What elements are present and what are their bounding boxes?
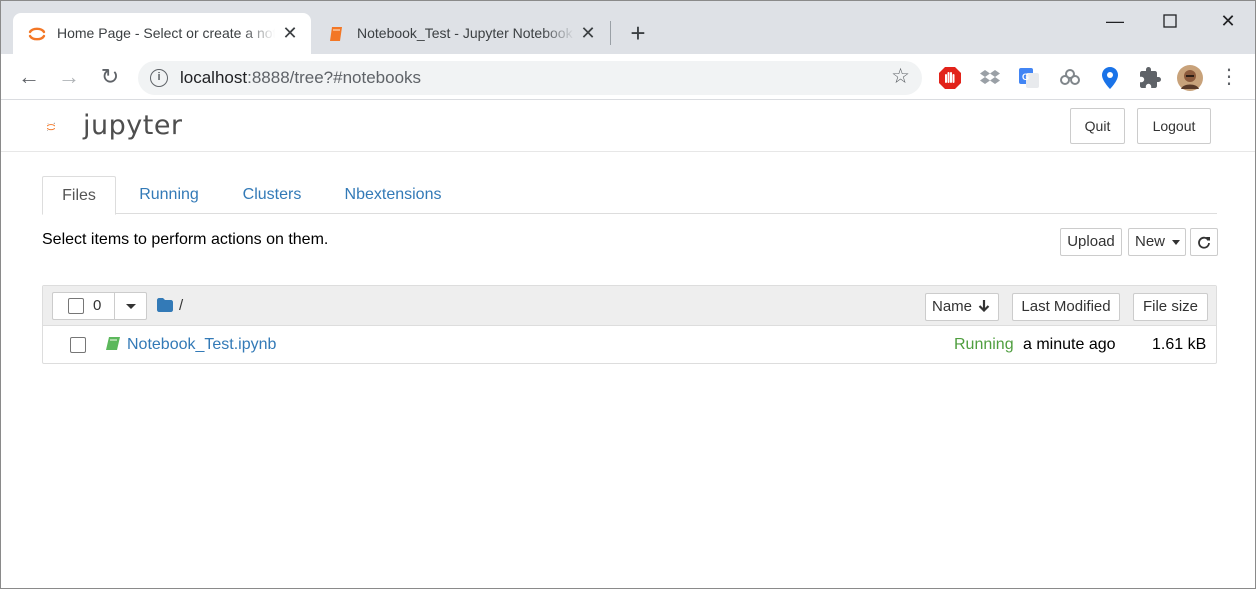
select-all-checkbox[interactable] xyxy=(68,298,84,314)
minimize-button[interactable]: — xyxy=(1103,9,1127,33)
running-status: Running xyxy=(954,336,1014,353)
notebook-icon xyxy=(106,337,120,350)
jupyter-header: jupyter Quit Logout xyxy=(1,100,1255,152)
upload-button[interactable]: Upload xyxy=(1060,228,1122,256)
list-item[interactable]: Notebook_Test.ipynb Running a minute ago… xyxy=(43,327,1216,364)
notebook-list: 0 / Name Last Modified File size Noteboo… xyxy=(42,285,1217,364)
close-icon[interactable]: ✕ xyxy=(281,24,299,42)
item-checkbox[interactable] xyxy=(70,337,86,353)
notebook-favicon-icon xyxy=(330,27,342,41)
bookmark-star-icon[interactable]: ☆ xyxy=(891,66,910,88)
url-text[interactable]: localhost:8888/tree?#notebooks xyxy=(180,69,421,87)
new-dropdown-button[interactable]: New xyxy=(1128,228,1186,256)
instruction-text: Select items to perform actions on them. xyxy=(42,231,329,248)
tab-nbextensions[interactable]: Nbextensions xyxy=(332,176,454,214)
svg-text:G: G xyxy=(1022,72,1029,82)
address-bar[interactable]: i localhost:8888/tree?#notebooks ☆ xyxy=(138,61,922,95)
tab-running[interactable]: Running xyxy=(125,176,213,214)
tab-strip: Home Page - Select or create a notebook … xyxy=(1,1,1255,54)
browser-toolbar: ← → ↻ i localhost:8888/tree?#notebooks ☆… xyxy=(1,54,1255,100)
select-dropdown-icon[interactable] xyxy=(126,304,136,309)
maximize-icon xyxy=(1163,14,1177,28)
link-extension-icon[interactable] xyxy=(1058,66,1082,90)
arrow-down-icon xyxy=(978,300,990,313)
sort-by-size-button[interactable]: File size xyxy=(1133,293,1208,321)
tab-home-page[interactable]: Home Page - Select or create a notebook … xyxy=(13,13,311,54)
sort-by-modified-button[interactable]: Last Modified xyxy=(1012,293,1120,321)
tab-separator xyxy=(610,21,611,45)
folder-icon[interactable] xyxy=(157,298,173,312)
caret-down-icon xyxy=(1172,239,1181,245)
select-all-control[interactable]: 0 xyxy=(53,293,115,319)
quit-button[interactable]: Quit xyxy=(1070,108,1125,144)
tab-title: Notebook_Test - Jupyter Notebook xyxy=(357,25,573,41)
close-icon[interactable]: ✕ xyxy=(579,24,597,42)
new-tab-button[interactable]: + xyxy=(625,20,651,47)
notebook-link[interactable]: Notebook_Test.ipynb xyxy=(127,336,276,354)
selected-count: 0 xyxy=(93,297,102,314)
list-header: 0 / Name Last Modified File size xyxy=(43,286,1216,326)
file-size: 1.61 kB xyxy=(1152,336,1207,353)
logout-button[interactable]: Logout xyxy=(1137,108,1211,144)
forward-button[interactable]: → xyxy=(56,64,82,90)
sort-name-label: Name xyxy=(932,298,973,315)
dropbox-extension-icon[interactable] xyxy=(978,66,1002,90)
url-path: :8888/tree?#notebooks xyxy=(247,68,422,87)
new-label: New xyxy=(1135,233,1166,250)
tab-files[interactable]: Files xyxy=(42,176,116,215)
tab-clusters[interactable]: Clusters xyxy=(228,176,316,214)
info-icon[interactable]: i xyxy=(150,69,168,87)
tab-title: Home Page - Select or create a notebook xyxy=(57,25,275,41)
location-pin-extension-icon[interactable] xyxy=(1098,66,1122,90)
jupyter-favicon-icon xyxy=(28,27,46,41)
adblock-extension-icon[interactable] xyxy=(938,66,962,90)
url-host: localhost xyxy=(180,68,248,87)
jupyter-tabs: Files Running Clusters Nbextensions xyxy=(42,176,1217,215)
profile-avatar[interactable] xyxy=(1177,65,1203,91)
browser-menu-button[interactable]: ⋮ xyxy=(1216,64,1242,90)
jupyter-logo-icon[interactable] xyxy=(46,108,86,146)
sort-by-name-button[interactable]: Name xyxy=(925,293,999,321)
close-window-button[interactable]: ✕ xyxy=(1216,9,1240,33)
tab-notebook-test[interactable]: Notebook_Test - Jupyter Notebook ✕ xyxy=(313,13,609,54)
extensions-puzzle-icon[interactable] xyxy=(1138,66,1162,90)
google-translate-extension-icon[interactable]: G xyxy=(1017,66,1041,90)
jupyter-logo-text[interactable]: jupyter xyxy=(83,110,183,141)
refresh-icon xyxy=(1198,236,1210,249)
refresh-button[interactable] xyxy=(1190,228,1218,256)
select-all-group: 0 xyxy=(52,292,147,320)
reload-button[interactable]: ↻ xyxy=(97,64,123,90)
maximize-button[interactable] xyxy=(1158,9,1182,33)
last-modified: a minute ago xyxy=(1023,336,1116,353)
back-button[interactable]: ← xyxy=(16,64,42,90)
browser-window: Home Page - Select or create a notebook … xyxy=(0,0,1256,589)
breadcrumb[interactable]: / xyxy=(157,296,183,314)
breadcrumb-path: / xyxy=(179,296,184,314)
